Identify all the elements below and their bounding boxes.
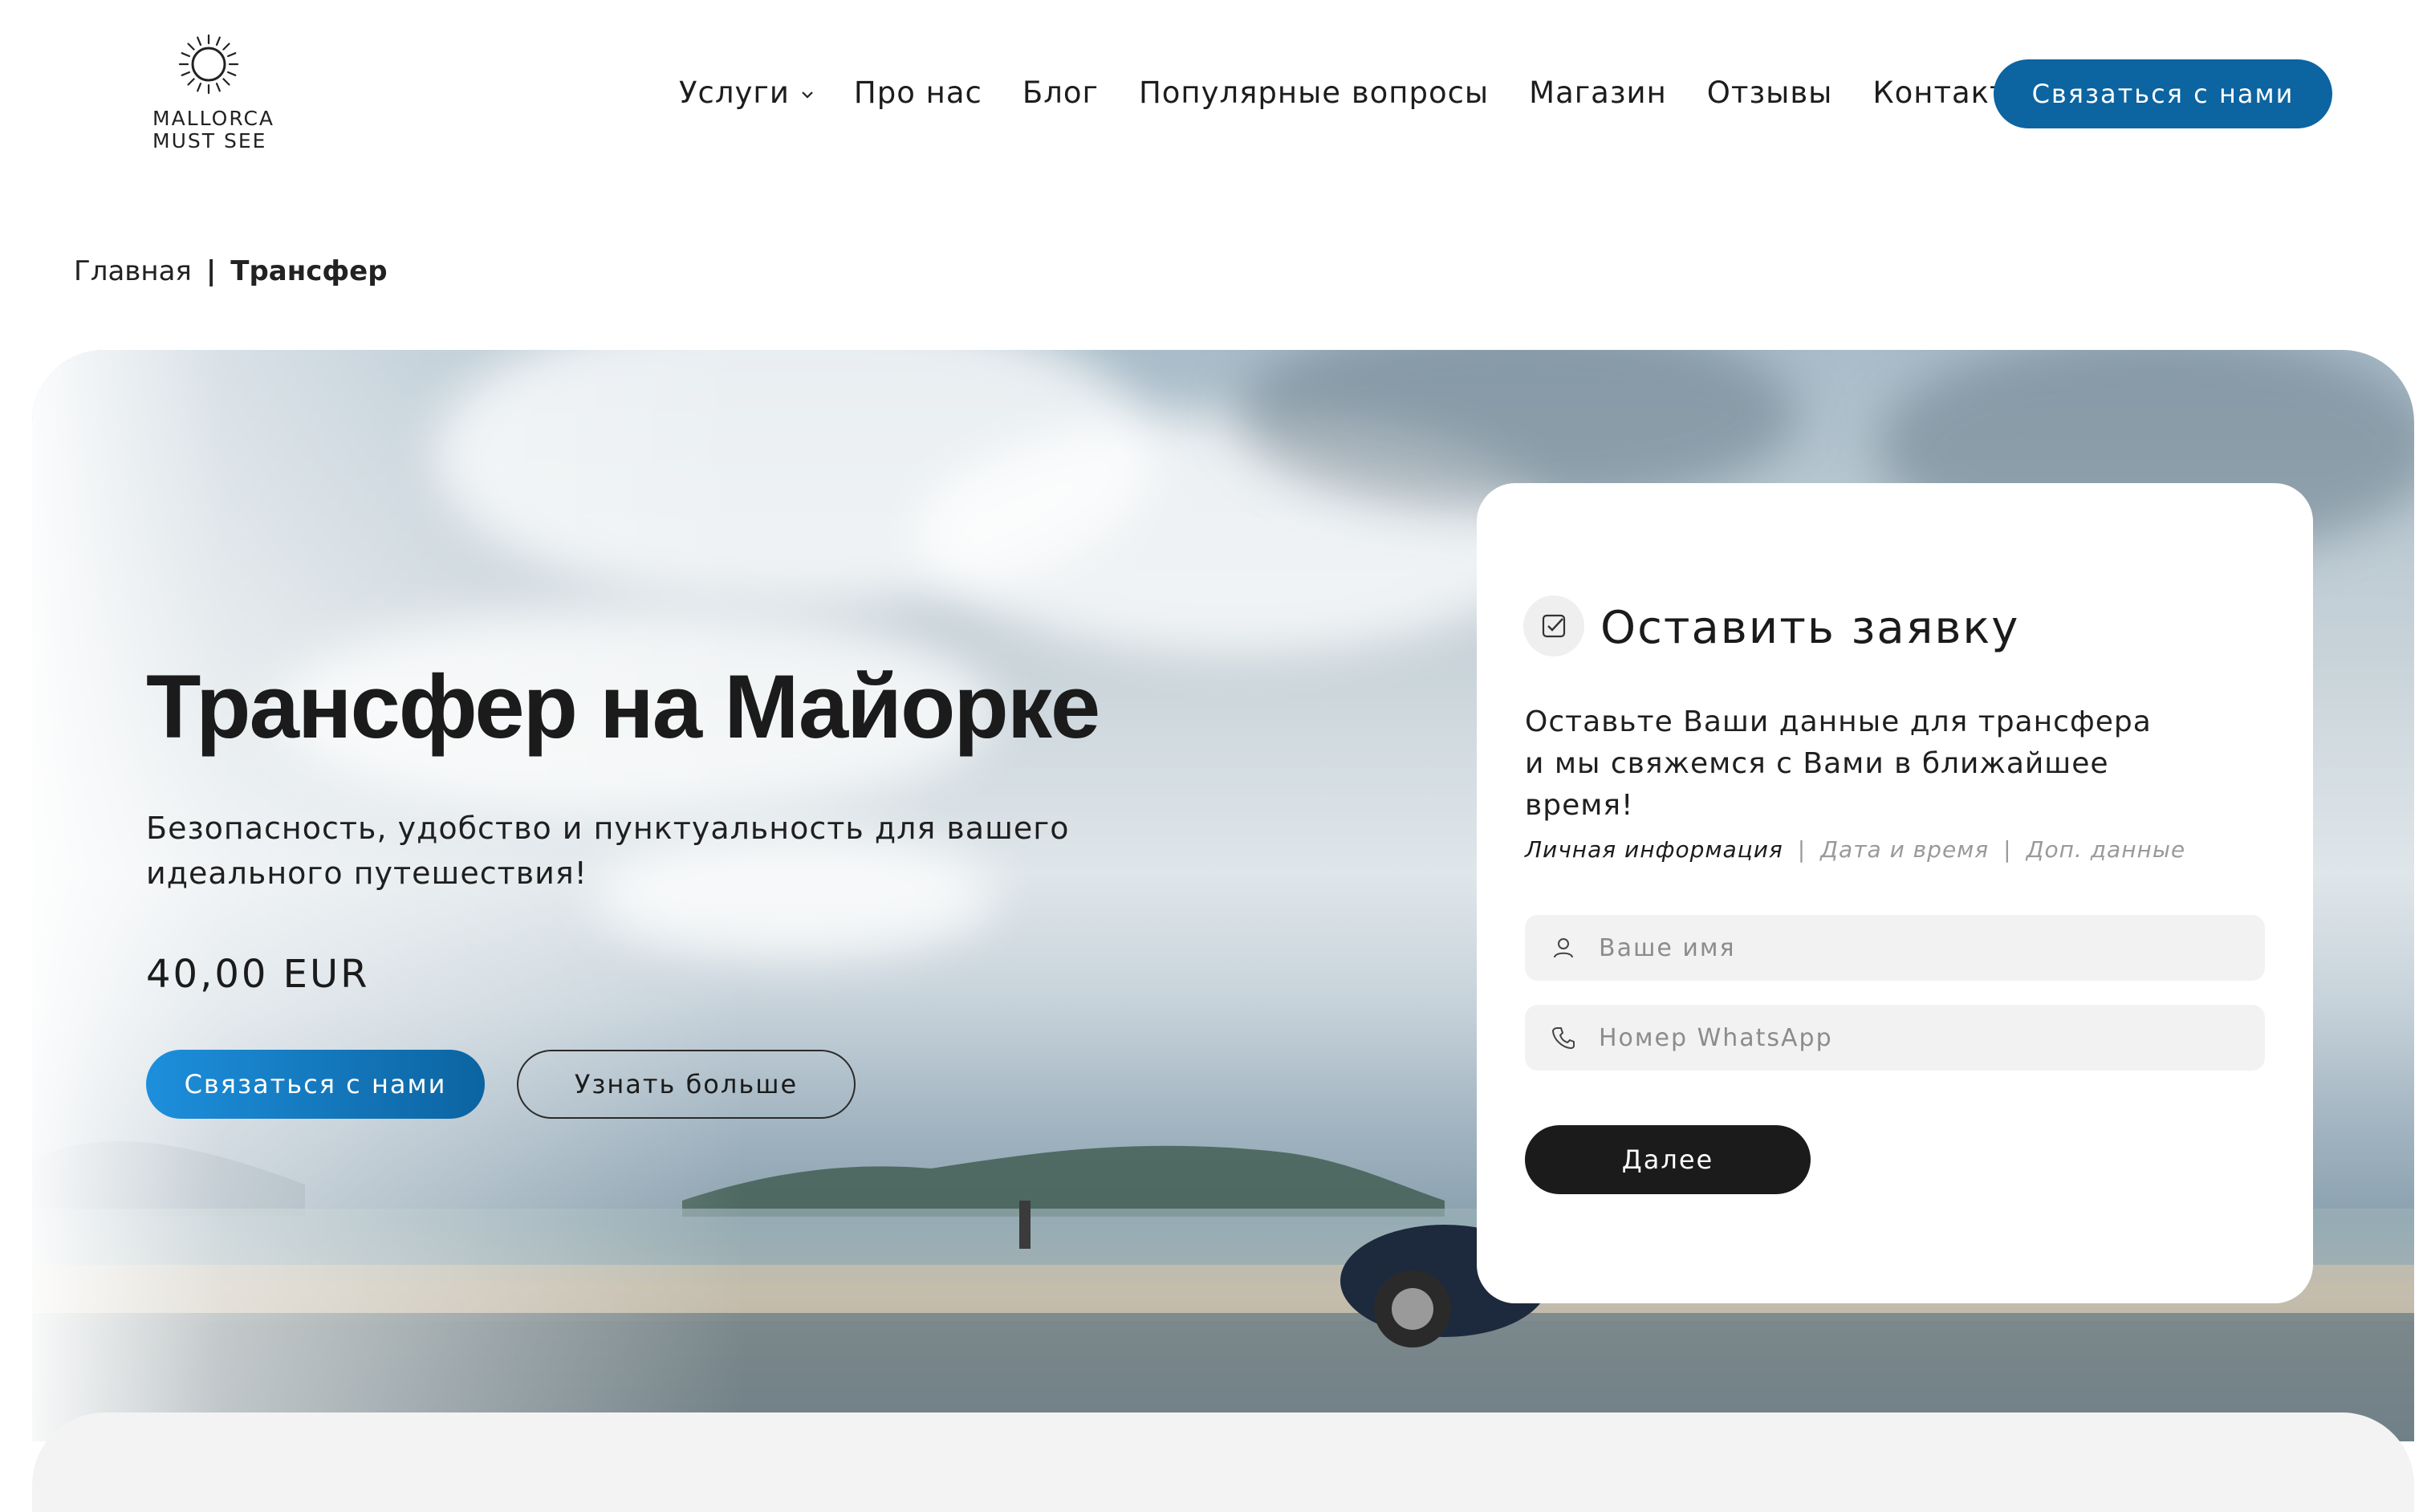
breadcrumb-separator: | <box>205 255 217 287</box>
chevron-down-icon <box>802 91 813 99</box>
logo-text-line2: MUST SEE <box>152 129 267 152</box>
hero-price: 40,00 EUR <box>146 952 370 997</box>
form-description: Оставьте Ваши данные для трансфера и мы … <box>1525 705 2152 822</box>
user-icon <box>1549 933 1578 962</box>
form-steps: Личная информация | Дата и время | Доп. … <box>1525 836 2185 863</box>
hero-section: Трансфер на Майорке Безопасность, удобст… <box>32 350 2414 1441</box>
site-header: MALLORCA MUST SEE Услуги Про нас Блог По… <box>0 0 2427 185</box>
checkbox-icon <box>1542 614 1566 638</box>
whatsapp-input[interactable] <box>1599 1023 2225 1052</box>
step-date-time[interactable]: Дата и время <box>1820 836 1989 863</box>
hero-learn-more-button[interactable]: Узнать больше <box>517 1050 856 1119</box>
step-separator: | <box>1797 836 1807 863</box>
phone-icon <box>1549 1023 1578 1052</box>
header-contact-button[interactable]: Связаться с нами <box>1994 59 2332 128</box>
nav-item-label: Про нас <box>853 75 982 110</box>
nav-item-blog[interactable]: Блог <box>1022 75 1099 110</box>
step-personal-info[interactable]: Личная информация <box>1525 836 1783 863</box>
nav-item-shop[interactable]: Магазин <box>1529 75 1667 110</box>
request-form-card: Оставить заявку Оставьте Ваши данные для… <box>1477 483 2313 1303</box>
name-field <box>1525 915 2265 981</box>
main-nav: Услуги Про нас Блог Популярные вопросы М… <box>679 75 2032 110</box>
phone-field <box>1525 1005 2265 1071</box>
form-icon-badge <box>1523 595 1584 656</box>
logo-text-line1: MALLORCA <box>152 107 274 130</box>
hero-contact-button[interactable]: Связаться с нами <box>146 1050 485 1119</box>
nav-item-services[interactable]: Услуги <box>679 75 814 110</box>
logo[interactable]: MALLORCA MUST SEE <box>144 32 273 152</box>
nav-item-label: Отзывы <box>1706 75 1833 110</box>
nav-item-label: Магазин <box>1529 75 1667 110</box>
nav-item-label: Популярные вопросы <box>1138 75 1490 110</box>
next-button[interactable]: Далее <box>1525 1125 1811 1194</box>
nav-item-label: Блог <box>1022 75 1099 110</box>
hero-subtitle: Безопасность, удобство и пунктуальность … <box>146 811 1070 891</box>
form-title: Оставить заявку <box>1600 602 2020 654</box>
breadcrumb: Главная | Трансфер <box>74 255 388 287</box>
name-input[interactable] <box>1599 933 2225 962</box>
breadcrumb-current: Трансфер <box>230 255 388 287</box>
nav-item-faq[interactable]: Популярные вопросы <box>1139 75 1489 110</box>
step-extra-data[interactable]: Доп. данные <box>2027 836 2186 863</box>
nav-item-about[interactable]: Про нас <box>854 75 982 110</box>
sun-logo-icon <box>178 34 239 95</box>
hero-title: Трансфер на Майорке <box>146 656 1100 757</box>
step-separator: | <box>2003 836 2012 863</box>
next-section-panel <box>32 1412 2414 1512</box>
breadcrumb-home-link[interactable]: Главная <box>74 255 192 287</box>
nav-item-reviews[interactable]: Отзывы <box>1707 75 1833 110</box>
nav-item-label: Услуги <box>679 75 790 110</box>
